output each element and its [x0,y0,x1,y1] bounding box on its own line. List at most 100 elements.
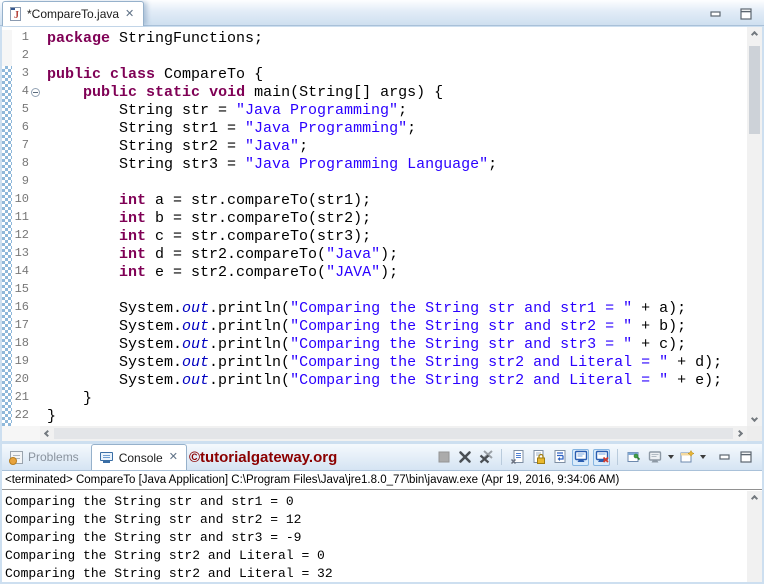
remove-launch-icon[interactable] [456,449,473,466]
quickdiff-marker [2,264,12,282]
console-output[interactable]: Comparing the String str and str1 = 0 Com… [2,491,747,582]
line-number: 20 [14,372,29,386]
quickdiff-marker [2,120,12,138]
code-text[interactable]: int e = str2.compareTo("JAVA"); [42,264,398,282]
tab-compareto-java[interactable]: J *CompareTo.java ✕ [2,1,145,26]
code-segment-str: "Comparing the String str2 and Literal =… [290,354,669,371]
code-segment-kw: public [83,84,138,101]
code-text[interactable]: public class CompareTo { [42,66,263,84]
code-text[interactable]: System.out.println("Comparing the String… [42,300,686,318]
code-segment-sf: out [182,300,210,317]
terminate-icon[interactable] [435,449,452,466]
minimize-icon[interactable] [716,449,733,466]
show-stderr-icon[interactable] [593,448,610,466]
code-text[interactable]: public static void main(String[] args) { [42,84,443,102]
fold-column [29,102,42,120]
close-icon[interactable]: ✕ [125,8,134,20]
code-segment-str: "Comparing the String str2 and Literal =… [290,372,669,389]
code-text[interactable] [42,48,47,66]
close-icon[interactable]: ✕ [169,452,178,463]
code-line: 4 public static void main(String[] args)… [2,84,747,102]
code-text[interactable] [42,174,47,192]
editor-vertical-scrollbar[interactable] [747,27,762,426]
code-text[interactable]: package StringFunctions; [42,30,263,48]
code-segment-pl: .println( [209,354,291,371]
code-text[interactable]: String str1 = "Java Programming"; [42,120,416,138]
scrollbar-thumb[interactable] [54,428,733,439]
code-segment-kw: int [119,210,147,227]
code-line: 3 public class CompareTo { [2,66,747,84]
code-text[interactable] [42,282,47,300]
line-number: 17 [14,318,29,332]
editor-tab-bar: J *CompareTo.java ✕ [0,0,764,26]
open-console-icon[interactable] [678,449,695,466]
code-text[interactable]: String str2 = "Java"; [42,138,308,156]
code-text[interactable]: System.out.println("Comparing the String… [42,354,722,372]
code-segment-pl: .println( [209,318,291,335]
line-number: 5 [21,102,29,116]
code-area[interactable]: 1 package StringFunctions; 2 3 public class … [2,27,747,426]
pin-console-icon[interactable] [625,449,642,466]
line-number: 15 [14,282,29,296]
code-segment-sf: out [182,372,210,389]
code-text[interactable]: } [42,390,92,408]
code-text[interactable]: System.out.println("Comparing the String… [42,372,722,390]
fold-collapse-icon[interactable] [31,88,40,97]
code-segment-pl [47,246,119,263]
remove-all-terminated-icon[interactable] [477,449,494,466]
scroll-lock-icon[interactable] [530,449,547,466]
code-segment-pl: System. [47,354,183,371]
code-segment-pl: ); [380,264,399,281]
quickdiff-marker [2,318,12,336]
code-line: 8 String str3 = "Java Programming Langua… [2,156,747,174]
code-text[interactable]: System.out.println("Comparing the String… [42,336,686,354]
scrollbar-thumb[interactable] [749,46,760,134]
code-text[interactable]: String str3 = "Java Programming Language… [42,156,497,174]
chevron-down-icon[interactable] [700,455,706,459]
code-text[interactable]: } [42,408,56,426]
tab-problems[interactable]: Problems [2,450,91,465]
code-segment-pl: e = str2.compareTo( [146,264,327,281]
code-segment-pl: .println( [209,336,291,353]
code-text[interactable]: int a = str.compareTo(str1); [42,192,371,210]
console-vertical-scrollbar[interactable] [747,491,762,582]
clear-console-icon[interactable] [509,449,526,466]
eclipse-window: { "editor": { "tab": { "title": "*Compar… [0,0,764,584]
fold-column [29,66,42,84]
scroll-down-icon[interactable] [747,411,762,426]
code-segment-str: "Java" [245,138,300,155]
scroll-up-icon[interactable] [747,491,762,506]
show-stdout-icon[interactable] [572,448,589,466]
minimize-icon[interactable] [707,5,724,22]
scroll-up-icon[interactable] [747,27,762,42]
fold-column [29,282,42,300]
code-text[interactable]: String str = "Java Programming"; [42,102,407,120]
quickdiff-marker [2,66,12,84]
line-number: 12 [14,228,29,242]
word-wrap-icon[interactable] [551,449,568,466]
code-segment-str: "JAVA" [326,264,381,281]
line-number: 2 [21,48,29,62]
maximize-icon[interactable] [737,449,754,466]
tab-console[interactable]: Console ✕ [90,444,187,470]
code-text[interactable]: int b = str.compareTo(str2); [42,210,371,228]
scroll-right-icon[interactable] [732,426,747,441]
code-line: 22} [2,408,747,426]
console-status-line: <terminated> CompareTo [Java Application… [2,471,762,490]
code-text[interactable]: int c = str.compareTo(str3); [42,228,371,246]
code-text[interactable]: int d = str2.compareTo("Java"); [42,246,398,264]
maximize-icon[interactable] [737,5,754,22]
chevron-down-icon[interactable] [668,455,674,459]
code-editor: 1 package StringFunctions; 2 3 public class … [2,27,762,441]
console-output-line: Comparing the String str and str1 = 0 [5,494,294,509]
code-text[interactable]: System.out.println("Comparing the String… [42,318,686,336]
quickdiff-marker [2,300,12,318]
display-selected-console-icon[interactable] [646,449,663,466]
code-segment-pl: ; [299,138,309,155]
editor-horizontal-scrollbar[interactable] [40,426,747,441]
fold-column [29,30,42,48]
watermark: ©tutorialgateway.org [188,448,338,466]
fold-column [29,138,42,156]
scroll-left-icon[interactable] [40,426,55,441]
code-segment-str: "Java Programming Language" [245,156,489,173]
